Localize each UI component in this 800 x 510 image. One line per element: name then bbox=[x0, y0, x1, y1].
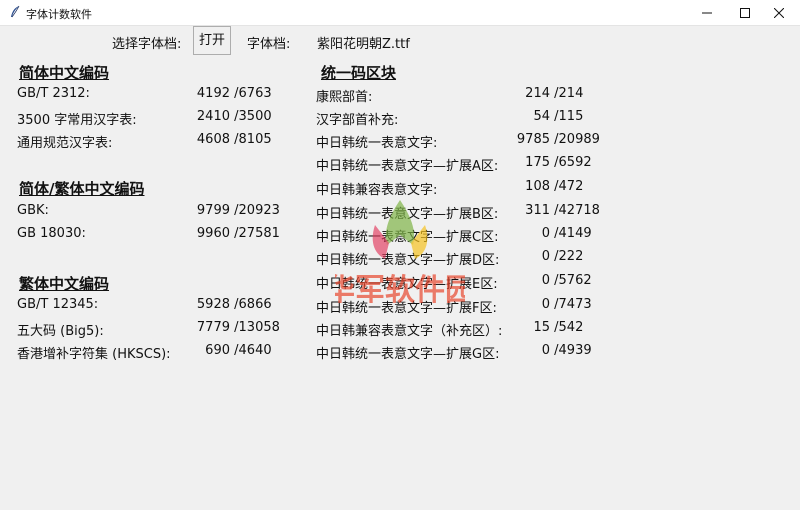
select-font-label: 选择字体档: bbox=[112, 37, 182, 52]
row-count: 0 /222 bbox=[541, 249, 584, 264]
row-count: 2410 /3500 bbox=[196, 109, 272, 124]
row-count: 214 /214 bbox=[525, 86, 584, 101]
row-count: 9960 /27581 bbox=[196, 226, 280, 241]
section-heading-traditional: 繁体中文编码 bbox=[19, 275, 110, 293]
row-label: 中日韩统一表意文字—扩展G区: bbox=[316, 347, 500, 362]
section-heading-simp-trad: 简体/繁体中文编码 bbox=[19, 180, 145, 198]
section-heading-simplified: 简体中文编码 bbox=[19, 64, 110, 82]
row-label: 3500 字常用汉字表: bbox=[17, 113, 137, 128]
close-button[interactable] bbox=[756, 0, 800, 25]
row-label: 中日韩统一表意文字—扩展A区: bbox=[316, 159, 499, 174]
font-file-label: 字体档: bbox=[247, 37, 291, 52]
row-label: 通用规范汉字表: bbox=[17, 136, 113, 151]
row-count: 54 /115 bbox=[533, 109, 584, 124]
row-count: 311 /42718 bbox=[525, 203, 600, 218]
row-label: 中日韩兼容表意文字（补充区）: bbox=[316, 324, 503, 339]
row-label: GBK: bbox=[17, 203, 49, 218]
row-count: 4192 /6763 bbox=[196, 86, 272, 101]
watermark-leaf-green bbox=[385, 200, 415, 245]
row-count: 15 /542 bbox=[533, 320, 584, 335]
row-count: 0 /4149 bbox=[541, 226, 592, 241]
row-count: 4608 /8105 bbox=[196, 132, 272, 147]
watermark-text: 华军软件园 bbox=[335, 273, 465, 308]
row-count: 7779 /13058 bbox=[196, 320, 280, 335]
row-label: 康熙部首: bbox=[316, 90, 373, 105]
row-label: 五大码 (Big5): bbox=[17, 324, 104, 339]
row-count: 0 /7473 bbox=[541, 297, 592, 312]
open-button[interactable]: 打开 bbox=[193, 26, 231, 55]
close-icon bbox=[774, 7, 784, 18]
feather-icon bbox=[11, 5, 20, 18]
row-count: 690 /4640 bbox=[205, 343, 272, 358]
row-label: 汉字部首补充: bbox=[316, 113, 399, 128]
row-label: GB/T 2312: bbox=[17, 86, 90, 101]
minimize-icon bbox=[702, 12, 712, 13]
watermark-logo: 华军软件园 bbox=[335, 200, 465, 308]
row-count: 175 /6592 bbox=[525, 155, 592, 170]
row-count: 108 /472 bbox=[525, 179, 584, 194]
row-label: GB/T 12345: bbox=[17, 297, 99, 312]
row-count: 0 /5762 bbox=[541, 273, 592, 288]
section-heading-unicode: 统一码区块 bbox=[321, 64, 397, 82]
row-count: 5928 /6866 bbox=[196, 297, 272, 312]
font-file-name: 紫阳花明朝Z.ttf bbox=[317, 37, 410, 52]
title-bar: 字体计数软件 bbox=[0, 0, 800, 26]
row-count: 9799 /20923 bbox=[196, 203, 280, 218]
row-label: GB 18030: bbox=[17, 226, 86, 241]
maximize-icon bbox=[740, 7, 750, 18]
row-label: 香港增补字符集 (HKSCS): bbox=[17, 347, 171, 362]
row-count: 9785 /20989 bbox=[516, 132, 600, 147]
row-label: 中日韩统一表意文字: bbox=[316, 136, 438, 151]
row-count: 0 /4939 bbox=[541, 343, 592, 358]
window-title: 字体计数软件 bbox=[26, 8, 92, 21]
